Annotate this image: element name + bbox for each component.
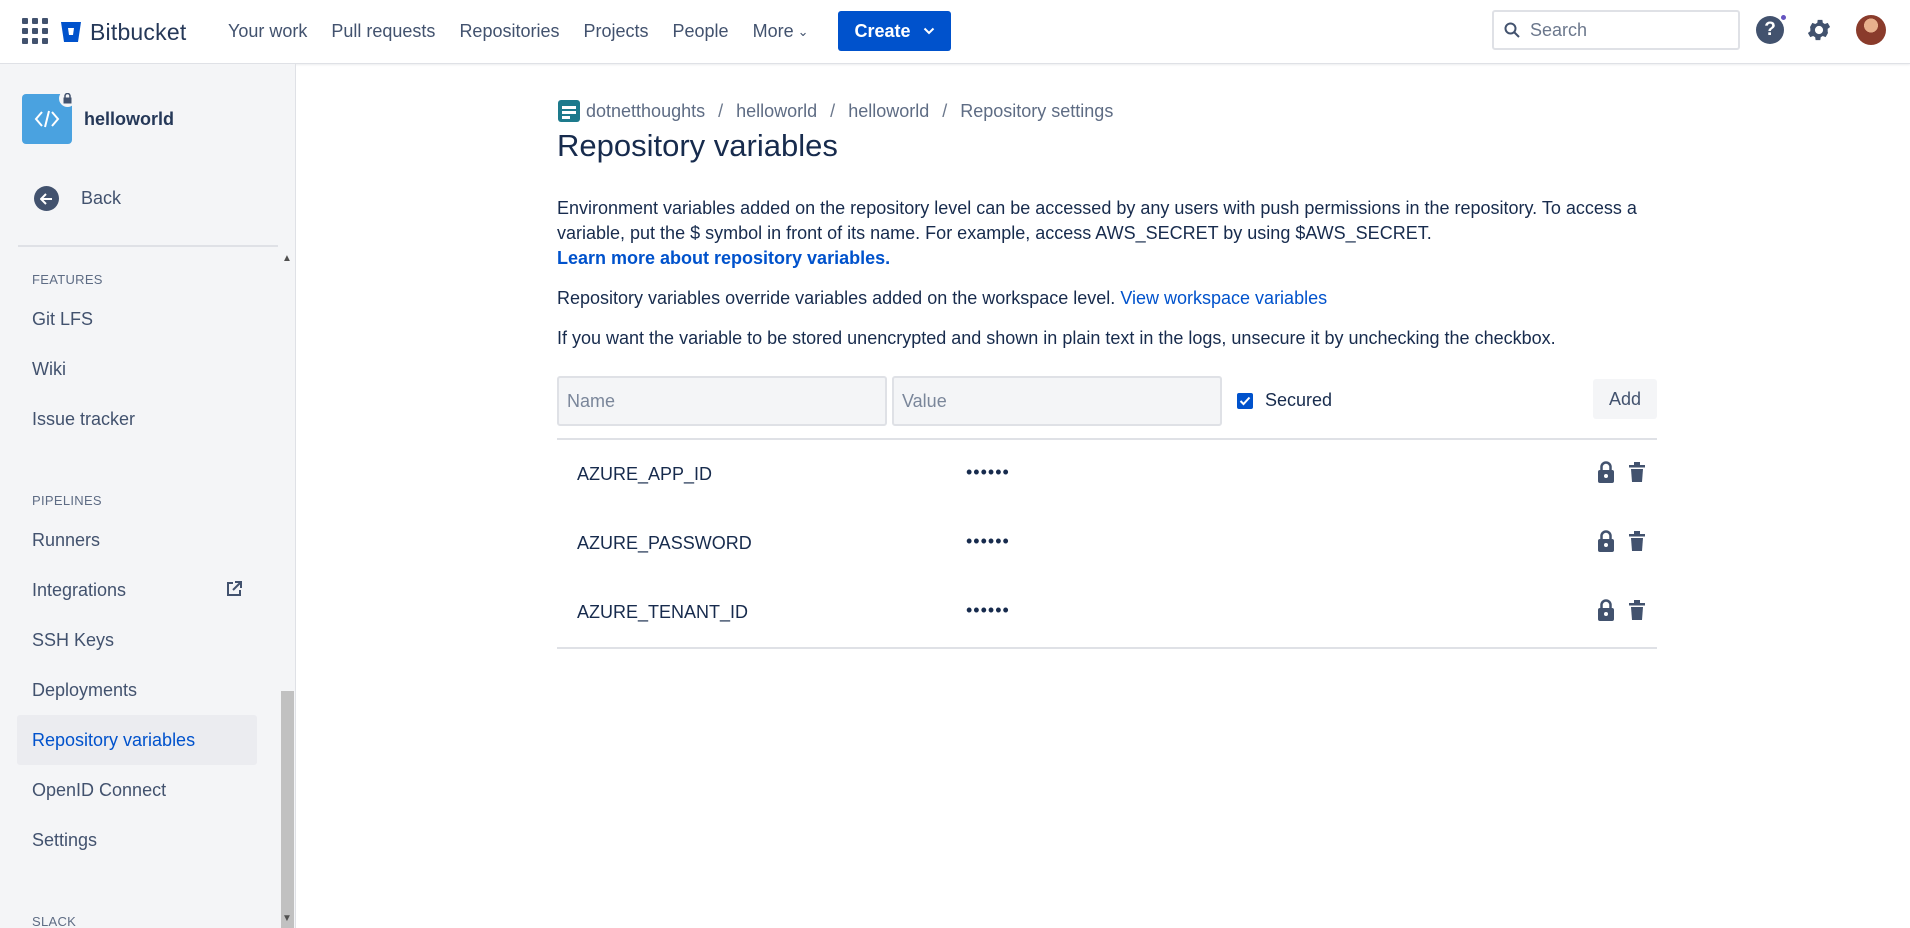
trash-icon[interactable] (1629, 600, 1645, 620)
variable-name: AZURE_TENANT_ID (577, 602, 749, 622)
settings-gear-icon[interactable] (1805, 16, 1833, 44)
description-paragraph: Environment variables added on the repos… (557, 196, 1657, 271)
create-button-label: Create (854, 20, 911, 41)
add-variable-form: Secured Add (557, 376, 1657, 426)
sidebar-item-integrations[interactable]: Integrations (17, 565, 257, 615)
breadcrumb-workspace[interactable]: dotnetthoughts (586, 101, 705, 122)
sidebar-item-ssh-keys[interactable]: SSH Keys (17, 615, 257, 665)
lock-icon[interactable] (1597, 598, 1615, 622)
section-features: FEATURES (32, 272, 103, 287)
trash-icon[interactable] (1629, 462, 1645, 482)
page-title: Repository variables (557, 128, 838, 163)
nav-more-dropdown[interactable]: More ⌄ (753, 21, 809, 42)
external-link-icon (227, 581, 242, 596)
scrollbar-thumb[interactable] (281, 691, 294, 928)
nav-people[interactable]: People (673, 21, 729, 42)
arrow-left-icon (34, 186, 59, 211)
learn-more-link[interactable]: Learn more about repository variables. (557, 248, 890, 268)
variable-value-masked: •••••• (966, 462, 1010, 482)
trash-icon[interactable] (1629, 531, 1645, 551)
repo-header[interactable]: helloworld (22, 90, 174, 144)
breadcrumb-separator: / (718, 100, 724, 121)
primary-nav: Your work Pull requests Repositories Pro… (216, 0, 821, 62)
breadcrumb: dotnetthoughts / helloworld / helloworld… (558, 100, 1113, 122)
secured-label: Secured (1265, 390, 1333, 410)
private-lock-icon (59, 90, 76, 107)
brand-name: Bitbucket (90, 18, 187, 45)
variable-name-input[interactable] (557, 376, 887, 426)
user-avatar[interactable] (1856, 15, 1886, 45)
checkbox-checked-icon[interactable] (1237, 392, 1253, 409)
variable-name: AZURE_PASSWORD (577, 533, 752, 553)
notification-dot (1779, 13, 1788, 22)
lock-icon[interactable] (1597, 529, 1615, 553)
scroll-down-arrow-icon[interactable]: ▼ (282, 913, 292, 924)
create-button[interactable]: Create (838, 11, 951, 51)
sidebar-item-integrations-label: Integrations (32, 579, 127, 600)
override-paragraph: Repository variables override variables … (557, 286, 1657, 311)
app-switcher-icon[interactable] (22, 18, 48, 44)
chevron-down-icon: ⌄ (797, 23, 809, 39)
search-input[interactable] (1530, 19, 1720, 41)
nav-your-work[interactable]: Your work (228, 21, 307, 42)
variable-value-input[interactable] (892, 376, 1222, 426)
variable-row: AZURE_PASSWORD •••••• (557, 509, 1657, 578)
breadcrumb-separator: / (942, 100, 948, 121)
unsecure-note: If you want the variable to be stored un… (557, 328, 1556, 348)
sidebar-scrollbar[interactable]: ▲ ▼ (279, 247, 295, 928)
breadcrumb-repository-settings[interactable]: Repository settings (960, 101, 1113, 122)
search-icon (1504, 22, 1520, 38)
scroll-up-arrow-icon[interactable]: ▲ (282, 253, 292, 264)
secured-checkbox[interactable]: Secured (1237, 390, 1332, 411)
lock-icon[interactable] (1597, 460, 1615, 484)
variable-row: AZURE_APP_ID •••••• (557, 440, 1657, 509)
top-navigation: Bitbucket Your work Pull requests Reposi… (0, 0, 1910, 64)
table-divider (557, 647, 1657, 649)
back-label: Back (81, 188, 122, 208)
workspace-avatar-icon (558, 100, 580, 122)
back-button[interactable]: Back (34, 186, 121, 211)
chevron-down-icon (923, 27, 934, 35)
breadcrumb-repository[interactable]: helloworld (848, 101, 929, 122)
variable-name: AZURE_APP_ID (577, 464, 713, 484)
breadcrumb-project[interactable]: helloworld (736, 101, 817, 122)
nav-more-label: More (752, 20, 794, 41)
variable-value-masked: •••••• (966, 531, 1010, 551)
sidebar-nav: FEATURES Git LFS Wiki Issue tracker PIPE… (0, 247, 278, 928)
sidebar-item-runners[interactable]: Runners (17, 515, 257, 565)
nav-projects[interactable]: Projects (583, 21, 648, 42)
add-variable-button[interactable]: Add (1593, 379, 1657, 419)
sidebar-item-settings[interactable]: Settings (17, 815, 257, 865)
sidebar-item-repository-variables[interactable]: Repository variables (17, 715, 257, 765)
variable-row: AZURE_TENANT_ID •••••• (557, 578, 1657, 647)
repo-name: helloworld (84, 108, 174, 129)
breadcrumb-separator: / (830, 100, 836, 121)
sidebar: helloworld Back FEATURES Git LFS Wiki Is… (0, 64, 296, 928)
bitbucket-bucket-icon (61, 22, 81, 42)
sidebar-item-wiki[interactable]: Wiki (17, 344, 257, 394)
sidebar-item-issue-tracker[interactable]: Issue tracker (17, 394, 257, 444)
sidebar-item-deployments[interactable]: Deployments (17, 665, 257, 715)
repo-code-icon (22, 90, 76, 144)
override-text: Repository variables override variables … (557, 288, 1116, 308)
view-workspace-variables-link[interactable]: View workspace variables (1120, 288, 1327, 308)
description-text: Environment variables added on the repos… (557, 198, 1637, 243)
sidebar-item-git-lfs[interactable]: Git LFS (17, 294, 257, 344)
nav-repositories[interactable]: Repositories (459, 21, 559, 42)
section-slack: SLACK (32, 914, 77, 928)
nav-pull-requests[interactable]: Pull requests (331, 21, 435, 42)
section-pipelines: PIPELINES (32, 493, 102, 508)
search-box[interactable] (1492, 10, 1740, 50)
variable-value-masked: •••••• (966, 600, 1010, 620)
bitbucket-logo[interactable]: Bitbucket (60, 18, 186, 46)
sidebar-item-openid-connect[interactable]: OpenID Connect (17, 765, 257, 815)
